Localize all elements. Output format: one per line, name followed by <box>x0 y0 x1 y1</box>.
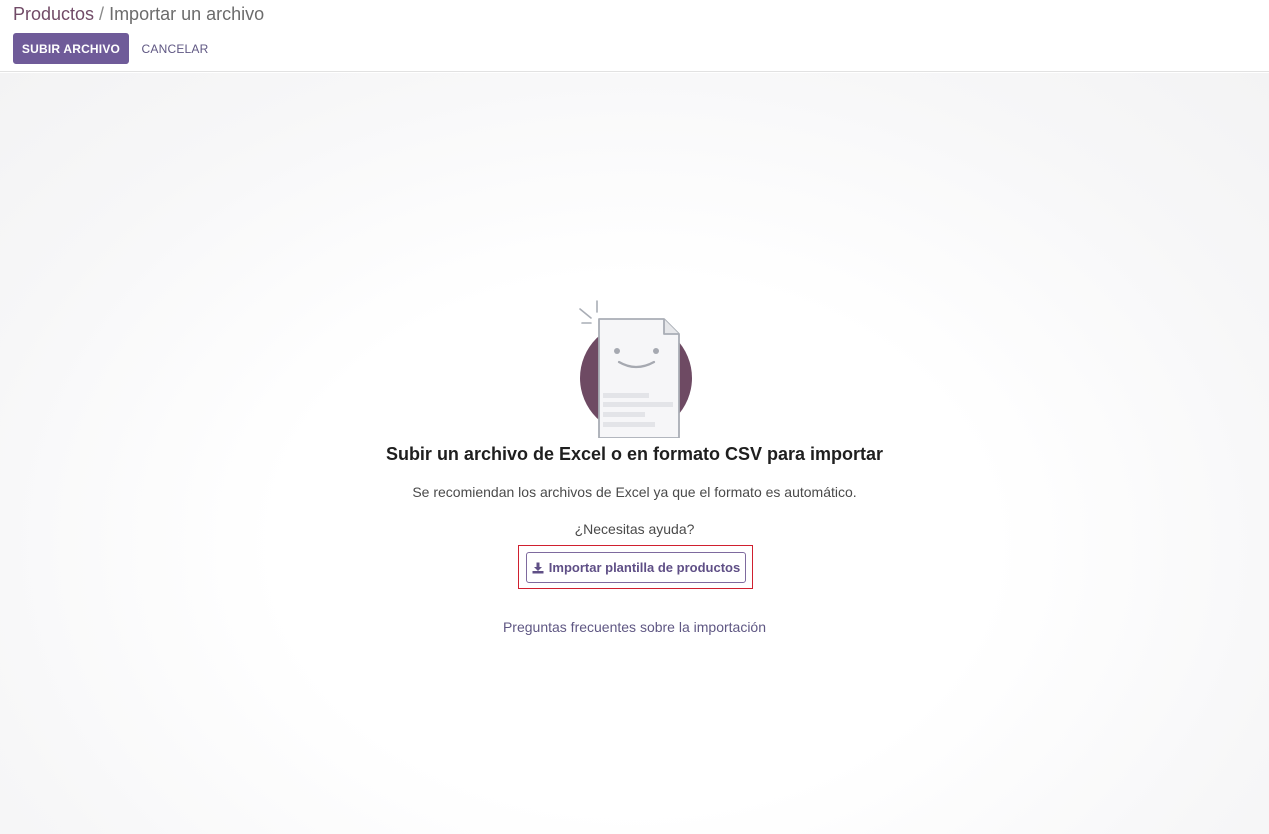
upload-file-button[interactable]: SUBIR ARCHIVO <box>13 33 129 64</box>
breadcrumb: Productos / Importar un archivo <box>13 3 264 25</box>
cancel-button[interactable]: CANCELAR <box>133 33 217 64</box>
import-template-label: Importar plantilla de productos <box>548 560 741 575</box>
import-template-button[interactable]: Importar plantilla de productos <box>526 552 746 583</box>
breadcrumb-current: Importar un archivo <box>109 4 265 24</box>
import-title: Subir un archivo de Excel o en formato C… <box>385 444 884 464</box>
faq-link-container: Preguntas frecuentes sobre la importació… <box>0 618 1269 636</box>
smiling-document-icon <box>579 300 692 438</box>
import-subtitle: Se recomiendan los archivos de Excel ya … <box>412 484 857 500</box>
breadcrumb-separator: / <box>99 4 105 24</box>
download-icon <box>532 562 544 573</box>
import-faq-link[interactable]: Preguntas frecuentes sobre la importació… <box>503 619 766 635</box>
breadcrumb-link-productos[interactable]: Productos <box>13 4 94 24</box>
control-panel: Productos / Importar un archivo SUBIR ARCH… <box>0 0 1269 72</box>
help-text: ¿Necesitas ayuda? <box>574 521 695 537</box>
